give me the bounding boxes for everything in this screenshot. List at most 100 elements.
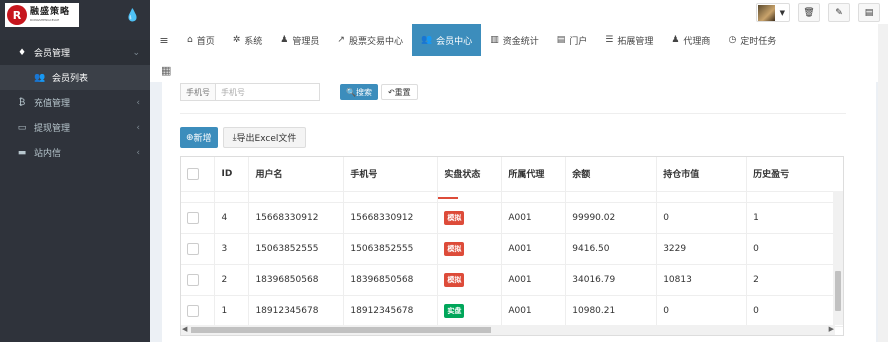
reset-button[interactable]: ↶ 重置 bbox=[380, 84, 418, 100]
trash-button[interactable]: 🗑 bbox=[798, 3, 820, 22]
user-icon: ♦ bbox=[17, 47, 27, 58]
cell-phone: 18396850568 bbox=[343, 264, 439, 296]
column-header[interactable]: 余额 bbox=[565, 157, 658, 192]
column-header[interactable]: 实盘状态 bbox=[437, 157, 503, 192]
gear-icon: ✲ bbox=[232, 35, 241, 45]
table-row[interactable]: 2 18396850568 18396850568 模拟 A001 34016.… bbox=[181, 264, 843, 296]
status-badge: 模拟 bbox=[444, 241, 465, 256]
status-badge: 模拟 bbox=[444, 272, 465, 287]
undo-icon: ↶ bbox=[387, 87, 395, 97]
tab-label: 代理商 bbox=[683, 36, 711, 47]
table-row[interactable]: 4 15668330912 15668330912 模拟 A001 99990.… bbox=[181, 202, 843, 234]
scroll-right-icon[interactable]: ▶ bbox=[829, 325, 834, 333]
main-content: 手机号 手机号 🔍 搜索 ↶ 重置 ⊕ 新增 ⤓ 导出Excel文件 ID 用户名 … bbox=[162, 82, 876, 342]
cell-balance: 99990.02 bbox=[565, 202, 658, 234]
users-icon: 👥 bbox=[34, 72, 46, 83]
brand-bar: R 融盛策略 RONGSHENGCELUE 💧 bbox=[0, 0, 150, 30]
column-header[interactable]: 用户名 bbox=[248, 157, 345, 192]
scroll-thumb[interactable] bbox=[835, 271, 841, 311]
tab-scheduled-tasks[interactable]: ◷ 定时任务 bbox=[719, 24, 785, 56]
phone-label: 手机号 bbox=[180, 83, 215, 101]
trash-icon: 🗑 bbox=[803, 7, 815, 18]
cell-agent: A001 bbox=[501, 264, 567, 296]
menu-icon: ▤ bbox=[864, 7, 874, 18]
tab-admin[interactable]: ♟ 管理员 bbox=[271, 24, 328, 56]
logo-text: 融盛策略 bbox=[30, 7, 71, 17]
cell-holding: 10813 bbox=[656, 264, 748, 296]
tab-label: 门户 bbox=[569, 36, 588, 47]
row-checkbox[interactable] bbox=[187, 211, 199, 224]
sidebar-item-member-management[interactable]: ♦ 会员管理 ⌄ bbox=[0, 40, 150, 65]
logo[interactable]: R 融盛策略 RONGSHENGCELUE bbox=[5, 3, 79, 27]
card-icon: ▤ bbox=[556, 35, 566, 45]
tab-extensions[interactable]: ☰ 拓展管理 bbox=[596, 24, 662, 56]
home-icon: ⌂ bbox=[187, 35, 193, 45]
tab-stock-trading[interactable]: ↗ 股票交易中心 bbox=[328, 24, 412, 56]
scroll-thumb[interactable] bbox=[191, 327, 491, 333]
table-row[interactable]: 1 18912345678 18912345678 实盘 A001 10980.… bbox=[181, 295, 843, 327]
table-row[interactable]: 3 15063852555 15063852555 模拟 A001 9416.5… bbox=[181, 233, 843, 265]
tab-home[interactable]: ⌂ 首页 bbox=[178, 24, 224, 56]
edit-icon: ✎ bbox=[835, 7, 843, 18]
column-header[interactable]: 所属代理 bbox=[501, 157, 567, 192]
phone-input[interactable]: 手机号 bbox=[215, 83, 320, 101]
grid-icon[interactable]: ▦ bbox=[161, 64, 171, 77]
tab-label: 会员中心 bbox=[436, 36, 473, 47]
row-checkbox[interactable] bbox=[187, 304, 199, 317]
cell-agent: A001 bbox=[501, 295, 567, 327]
badge-partial bbox=[438, 196, 459, 199]
cell-balance: 34016.79 bbox=[565, 264, 658, 296]
line-chart-icon: ↗ bbox=[337, 35, 345, 45]
chevron-left-icon: ‹ bbox=[136, 147, 140, 158]
tab-agents[interactable]: ♟ 代理商 bbox=[662, 24, 719, 56]
divider bbox=[180, 113, 846, 114]
scroll-left-icon[interactable]: ◀ bbox=[182, 325, 187, 333]
cell-history: 0 bbox=[746, 233, 843, 265]
topbar: ▼ 🗑 ✎ ▤ bbox=[150, 0, 888, 24]
member-table: ID 用户名 手机号 实盘状态 所属代理 余额 持仓市值 历史盈亏 4 1566… bbox=[180, 156, 844, 336]
cell-agent: A001 bbox=[501, 233, 567, 265]
sidebar-item-member-list[interactable]: 👥 会员列表 bbox=[0, 65, 150, 90]
status-badge: 实盘 bbox=[444, 303, 465, 318]
table-vertical-scrollbar[interactable] bbox=[833, 191, 843, 325]
tab-label: 系统 bbox=[244, 36, 263, 47]
add-button[interactable]: ⊕ 新增 bbox=[180, 127, 218, 148]
sidebar-item-label: 会员管理 bbox=[34, 49, 71, 59]
column-header[interactable]: 持仓市值 bbox=[656, 157, 748, 192]
theme-drop-icon[interactable]: 💧 bbox=[125, 8, 140, 22]
cell-phone: 15063852555 bbox=[343, 233, 439, 265]
folder-icon: ▬ bbox=[17, 147, 27, 158]
row-checkbox[interactable] bbox=[187, 242, 199, 255]
page-vertical-scrollbar[interactable] bbox=[878, 24, 888, 342]
cell-id: 4 bbox=[214, 202, 250, 234]
sidebar-item-withdraw[interactable]: ▭ 提现管理 ‹ bbox=[0, 115, 150, 140]
sidebar-item-recharge[interactable]: ₿ 充值管理 ‹ bbox=[0, 90, 150, 115]
table-header-row: ID 用户名 手机号 实盘状态 所属代理 余额 持仓市值 历史盈亏 bbox=[181, 157, 843, 192]
tab-member-center[interactable]: 👥 会员中心 bbox=[411, 24, 482, 56]
sidebar-item-messages[interactable]: ▬ 站内信 ‹ bbox=[0, 140, 150, 165]
cell-phone: 18912345678 bbox=[343, 295, 439, 327]
caret-down-icon: ▼ bbox=[779, 8, 785, 17]
tab-fund-stats[interactable]: ▥ 资金统计 bbox=[481, 24, 548, 56]
column-header[interactable]: 历史盈亏 bbox=[746, 157, 843, 192]
column-header[interactable]: ID bbox=[214, 157, 250, 192]
sidebar: R 融盛策略 RONGSHENGCELUE 💧 ♦ 会员管理 ⌄ 👥 会员列表 … bbox=[0, 0, 150, 342]
search-icon: 🔍 bbox=[346, 87, 356, 97]
cell-balance: 10980.21 bbox=[565, 295, 658, 327]
column-header[interactable]: 手机号 bbox=[343, 157, 439, 192]
card-icon: ▭ bbox=[17, 122, 27, 133]
table-horizontal-scrollbar[interactable]: ◀ ▶ bbox=[181, 325, 835, 335]
hamburger-icon[interactable]: ≡ bbox=[150, 34, 178, 47]
user-menu[interactable]: ▼ bbox=[755, 3, 790, 22]
select-all-checkbox[interactable] bbox=[187, 167, 199, 180]
search-button[interactable]: 🔍 搜索 bbox=[340, 84, 378, 100]
tab-portal[interactable]: ▤ 门户 bbox=[548, 24, 597, 56]
menu-button[interactable]: ▤ bbox=[858, 3, 880, 22]
clock-icon: ◷ bbox=[728, 35, 737, 45]
edit-button[interactable]: ✎ bbox=[828, 3, 850, 22]
export-excel-button[interactable]: ⤓ 导出Excel文件 bbox=[222, 127, 307, 148]
list-icon: ☰ bbox=[605, 35, 614, 45]
tab-system[interactable]: ✲ 系统 bbox=[224, 24, 272, 56]
row-checkbox[interactable] bbox=[187, 273, 199, 286]
person-icon: ♟ bbox=[671, 35, 680, 45]
